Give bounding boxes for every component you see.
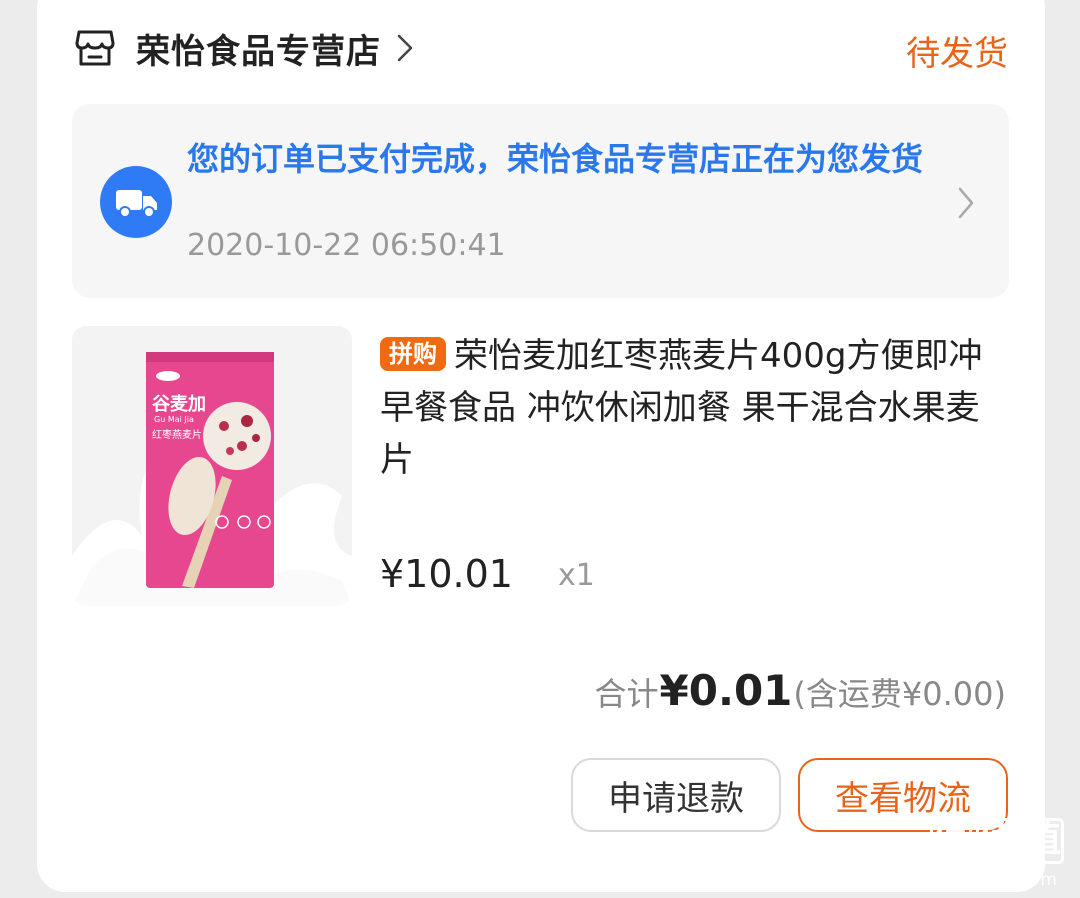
product-price: ¥10.01 <box>380 552 513 596</box>
watermark-char: 值 <box>1022 818 1064 864</box>
total-label: 合计 <box>594 675 659 713</box>
refund-button[interactable]: 申请退款 <box>571 758 781 832</box>
chevron-right-icon[interactable] <box>957 186 975 220</box>
notice-time: 2020-10-22 06:50:41 <box>187 228 506 263</box>
watermark-char: 值 <box>930 818 972 864</box>
product-title[interactable]: 拼购 荣怡麦加红枣燕麦片400g方便即冲早餐食品 冲饮休闲加餐 果干混合水果麦片 <box>380 330 995 486</box>
shipping-fee: (含运费¥0.00) <box>793 675 1006 713</box>
truck-icon <box>116 190 157 218</box>
svg-text:谷麦加: 谷麦加 <box>152 393 206 415</box>
store-name[interactable]: 荣怡食品专营店 <box>136 24 381 73</box>
order-total: 合计 ¥0.01 (含运费¥0.00) <box>595 666 1006 715</box>
notice-message: 您的订单已支付完成，荣怡食品专营店正在为您发货 <box>187 140 924 178</box>
chevron-right-icon[interactable] <box>395 32 415 64</box>
group-buy-tag: 拼购 <box>380 337 446 371</box>
truck-badge <box>100 166 172 238</box>
order-status: 待发货 <box>906 34 1008 74</box>
product-quantity: x1 <box>558 558 595 593</box>
svg-text:Gu Mai Jia: Gu Mai Jia <box>154 415 194 424</box>
watermark: 值 值 值 zhizhizhi.com <box>930 818 1076 894</box>
svg-text:红枣燕麦片: 红枣燕麦片 <box>152 428 202 441</box>
total-amount: ¥0.01 <box>659 666 793 715</box>
shipping-notice[interactable]: 您的订单已支付完成，荣怡食品专营店正在为您发货 2020-10-22 06:50… <box>72 104 1009 298</box>
product-image[interactable]: 谷麦加 Gu Mai Jia 红枣燕麦片 <box>72 326 352 606</box>
store-icon <box>75 30 115 66</box>
watermark-char: 值 <box>976 818 1018 864</box>
watermark-url: zhizhizhi.com <box>930 870 1058 890</box>
product-title-text: 荣怡麦加红枣燕麦片400g方便即冲早餐食品 冲饮休闲加餐 果干混合水果麦片 <box>380 336 983 480</box>
store-header[interactable]: 荣怡食品专营店 <box>74 24 415 72</box>
